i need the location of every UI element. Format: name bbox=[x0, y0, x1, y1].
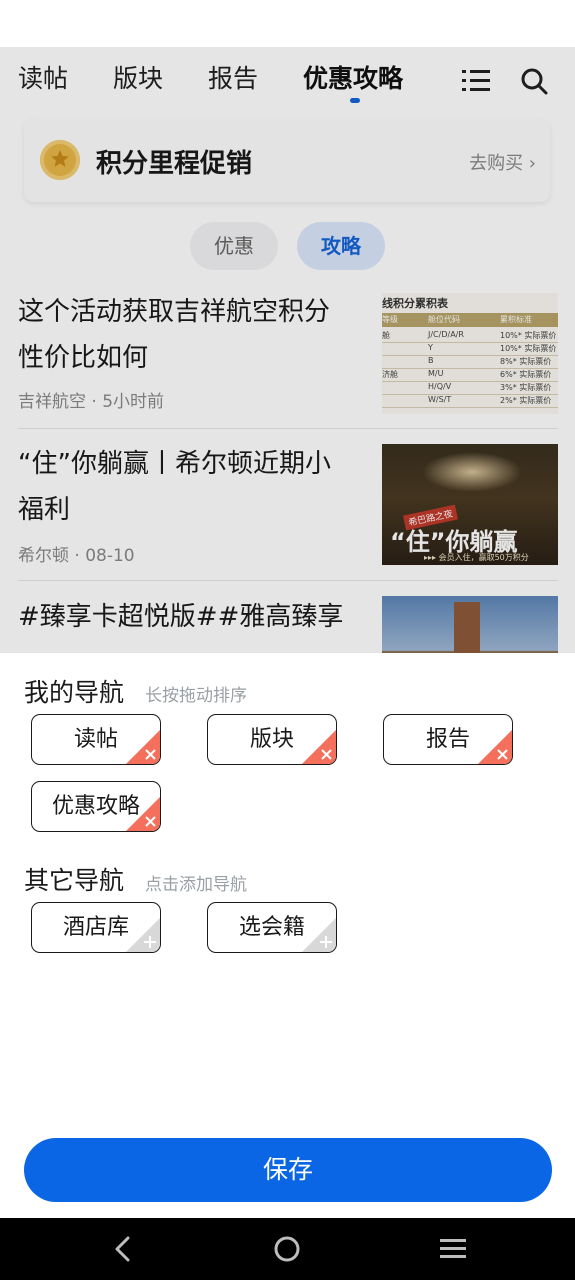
remove-icon[interactable] bbox=[478, 730, 512, 764]
thumb-table-cell: B bbox=[428, 356, 434, 365]
status-bar bbox=[0, 0, 575, 47]
thumb-table-cell: 10%* 实际票价 bbox=[500, 344, 557, 353]
thumb-table-cell: J/C/D/A/R bbox=[428, 330, 464, 339]
back-icon[interactable] bbox=[110, 1235, 134, 1263]
add-icon[interactable] bbox=[302, 918, 336, 952]
article-title: 这个活动获取吉祥航空积分性价比如何 bbox=[18, 297, 331, 373]
thumb-table-cell: H/Q/V bbox=[428, 382, 452, 391]
nav-chip-boards[interactable]: 版块 bbox=[207, 714, 337, 765]
thumb-table-cell: 舱 bbox=[382, 331, 390, 340]
nav-chip-reports[interactable]: 报告 bbox=[383, 714, 513, 765]
tab-boards[interactable]: 版块 bbox=[113, 59, 163, 95]
buy-link[interactable]: 去购买 › bbox=[469, 149, 536, 175]
remove-icon[interactable] bbox=[302, 730, 336, 764]
system-nav-bar bbox=[0, 1218, 575, 1280]
my-nav-hint: 长按拖动排序 bbox=[145, 686, 247, 706]
thumb-table-cell: 8%* 实际票价 bbox=[500, 357, 552, 366]
article-title: “住”你躺赢丨希尔顿近期小福利 bbox=[18, 449, 331, 525]
other-nav-hint: 点击添加导航 bbox=[145, 875, 247, 895]
active-tab-indicator bbox=[350, 98, 360, 103]
other-nav-title: 其它导航 bbox=[24, 866, 125, 895]
save-button[interactable]: 保存 bbox=[24, 1138, 552, 1202]
list-icon[interactable] bbox=[462, 67, 490, 95]
thumb-table-row: H/Q/V 3%* 实际票价 bbox=[382, 381, 558, 395]
nav-edit-sheet: 我的导航 长按拖动排序 读帖 版块 报告 优惠攻略 其它导航 点击添加导航 酒店… bbox=[0, 653, 575, 1218]
nav-chip-read-posts[interactable]: 读帖 bbox=[31, 714, 161, 765]
thumb-table-row: W/S/T 2%* 实际票价 bbox=[382, 394, 558, 408]
article-meta: 希尔顿 · 08-10 bbox=[18, 546, 135, 566]
thumb-table-row: 济舱 M/U 6%* 实际票价 bbox=[382, 368, 558, 382]
thumb-table-row: 舱 J/C/D/A/R 10%* 实际票价 bbox=[382, 329, 558, 343]
thumb-table-cell: Y bbox=[428, 343, 433, 352]
thumb-table-header: 等级 舱位代码 累积标准 bbox=[382, 313, 558, 327]
nav-chip-hotel-library[interactable]: 酒店库 bbox=[31, 902, 161, 953]
thumb-heading: 线积分累积表 bbox=[382, 297, 448, 310]
add-icon[interactable] bbox=[126, 918, 160, 952]
home-icon[interactable] bbox=[273, 1235, 301, 1263]
segment-guides[interactable]: 攻略 bbox=[297, 222, 385, 270]
thumb-table-row: Y 10%* 实际票价 bbox=[382, 342, 558, 356]
tab-read-posts[interactable]: 读帖 bbox=[18, 59, 68, 95]
remove-icon[interactable] bbox=[126, 730, 160, 764]
thumb-table-row: B 8%* 实际票价 bbox=[382, 355, 558, 369]
nav-chip-deals-guides[interactable]: 优惠攻略 bbox=[31, 781, 161, 832]
thumb-table-cell: W/S/T bbox=[428, 395, 452, 404]
promo-card[interactable]: 积分里程促销 去购买 › bbox=[24, 119, 550, 202]
promo-title: 积分里程促销 bbox=[96, 149, 253, 179]
thumb-sub: ▸▸▸ 会员入住，赢取50万积分 bbox=[424, 553, 529, 562]
background-page: 读帖 版块 报告 优惠攻略 积分里程促销 去购买 › 优惠 攻略 这个活动获取吉… bbox=[0, 47, 575, 653]
article-meta: 吉祥航空 · 5小时前 bbox=[18, 392, 165, 412]
search-icon[interactable] bbox=[520, 67, 548, 95]
nav-chip-membership[interactable]: 选会籍 bbox=[207, 902, 337, 953]
divider bbox=[18, 428, 558, 429]
star-coin-icon bbox=[40, 140, 80, 180]
thumb-table-cell: 2%* 实际票价 bbox=[500, 396, 552, 405]
tab-deals-guides[interactable]: 优惠攻略 bbox=[303, 59, 403, 95]
thumb-table-cell: 济舱 bbox=[382, 370, 398, 379]
article-thumbnail: 线积分累积表 等级 舱位代码 累积标准 舱 J/C/D/A/R 10%* 实际票价 Y… bbox=[382, 293, 558, 414]
divider bbox=[18, 580, 558, 581]
thumb-table-cell: M/U bbox=[428, 369, 444, 378]
article-thumbnail bbox=[382, 596, 558, 653]
article-title: #臻享卡超悦版##雅高臻享 bbox=[18, 602, 344, 632]
recents-icon[interactable] bbox=[439, 1237, 467, 1261]
article-thumbnail: 希巴路之夜 “住”你躺赢 ▸▸▸ 会员入住，赢取50万积分 bbox=[382, 444, 558, 565]
thumb-table-cell: 3%* 实际票价 bbox=[500, 383, 552, 392]
top-nav: 读帖 版块 报告 优惠攻略 bbox=[0, 47, 575, 117]
thumb-table-cell: 10%* 实际票价 bbox=[500, 331, 557, 340]
remove-icon[interactable] bbox=[126, 797, 160, 831]
segment-deals[interactable]: 优惠 bbox=[190, 222, 278, 270]
my-nav-title: 我的导航 bbox=[24, 678, 125, 707]
tab-reports[interactable]: 报告 bbox=[208, 59, 258, 95]
thumb-table-cell: 6%* 实际票价 bbox=[500, 370, 552, 379]
